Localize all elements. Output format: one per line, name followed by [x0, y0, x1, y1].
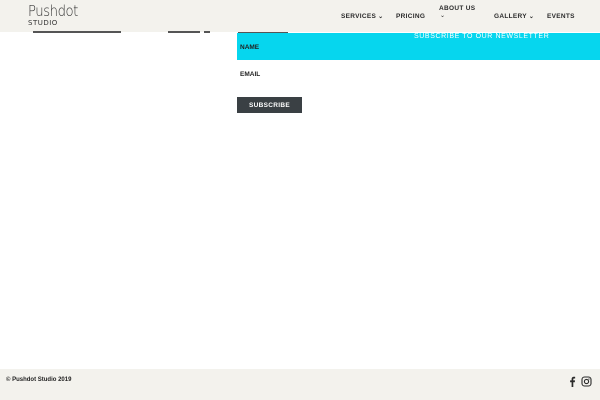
nav-gallery-label: GALLERY: [494, 13, 527, 20]
name-label: NAME: [240, 44, 260, 51]
copyright-text: © Pushdot Studio 2019: [6, 377, 72, 383]
site-header: Pushdot STUDIO SERVICES ⌄ PRICING ABOUT U…: [0, 0, 600, 32]
nav-services[interactable]: SERVICES ⌄: [341, 13, 383, 20]
nav-about-us[interactable]: ABOUT US: [439, 5, 475, 12]
chevron-down-icon: ⌄: [528, 14, 535, 20]
email-label: EMAIL: [240, 71, 261, 78]
newsletter-title: SUBSCRIBE TO OUR NEWSLETTER: [414, 33, 550, 40]
chevron-down-icon: ⌄: [378, 14, 384, 20]
content-edge: [204, 31, 210, 33]
site-footer: © Pushdot Studio 2019: [0, 369, 600, 400]
main-nav: SERVICES ⌄ PRICING ABOUT US ⌄ GALLERY ⌄ EV…: [0, 0, 600, 32]
instagram-icon[interactable]: [581, 374, 592, 387]
nav-services-label: SERVICES: [341, 13, 377, 20]
name-field[interactable]: [237, 51, 600, 60]
nav-pricing[interactable]: PRICING: [396, 13, 425, 20]
facebook-icon[interactable]: [567, 374, 578, 387]
subscribe-button[interactable]: SUBSCRIBE: [237, 97, 302, 113]
chevron-down-icon[interactable]: ⌄: [440, 12, 445, 19]
content-edge: [168, 31, 200, 33]
content-edge: [33, 31, 121, 33]
newsletter-banner: SUBSCRIBE TO OUR NEWSLETTER NAME: [237, 33, 600, 60]
nav-gallery[interactable]: GALLERY ⌄: [494, 13, 534, 20]
nav-events[interactable]: EVENTS: [547, 13, 575, 20]
email-field[interactable]: [237, 79, 600, 91]
